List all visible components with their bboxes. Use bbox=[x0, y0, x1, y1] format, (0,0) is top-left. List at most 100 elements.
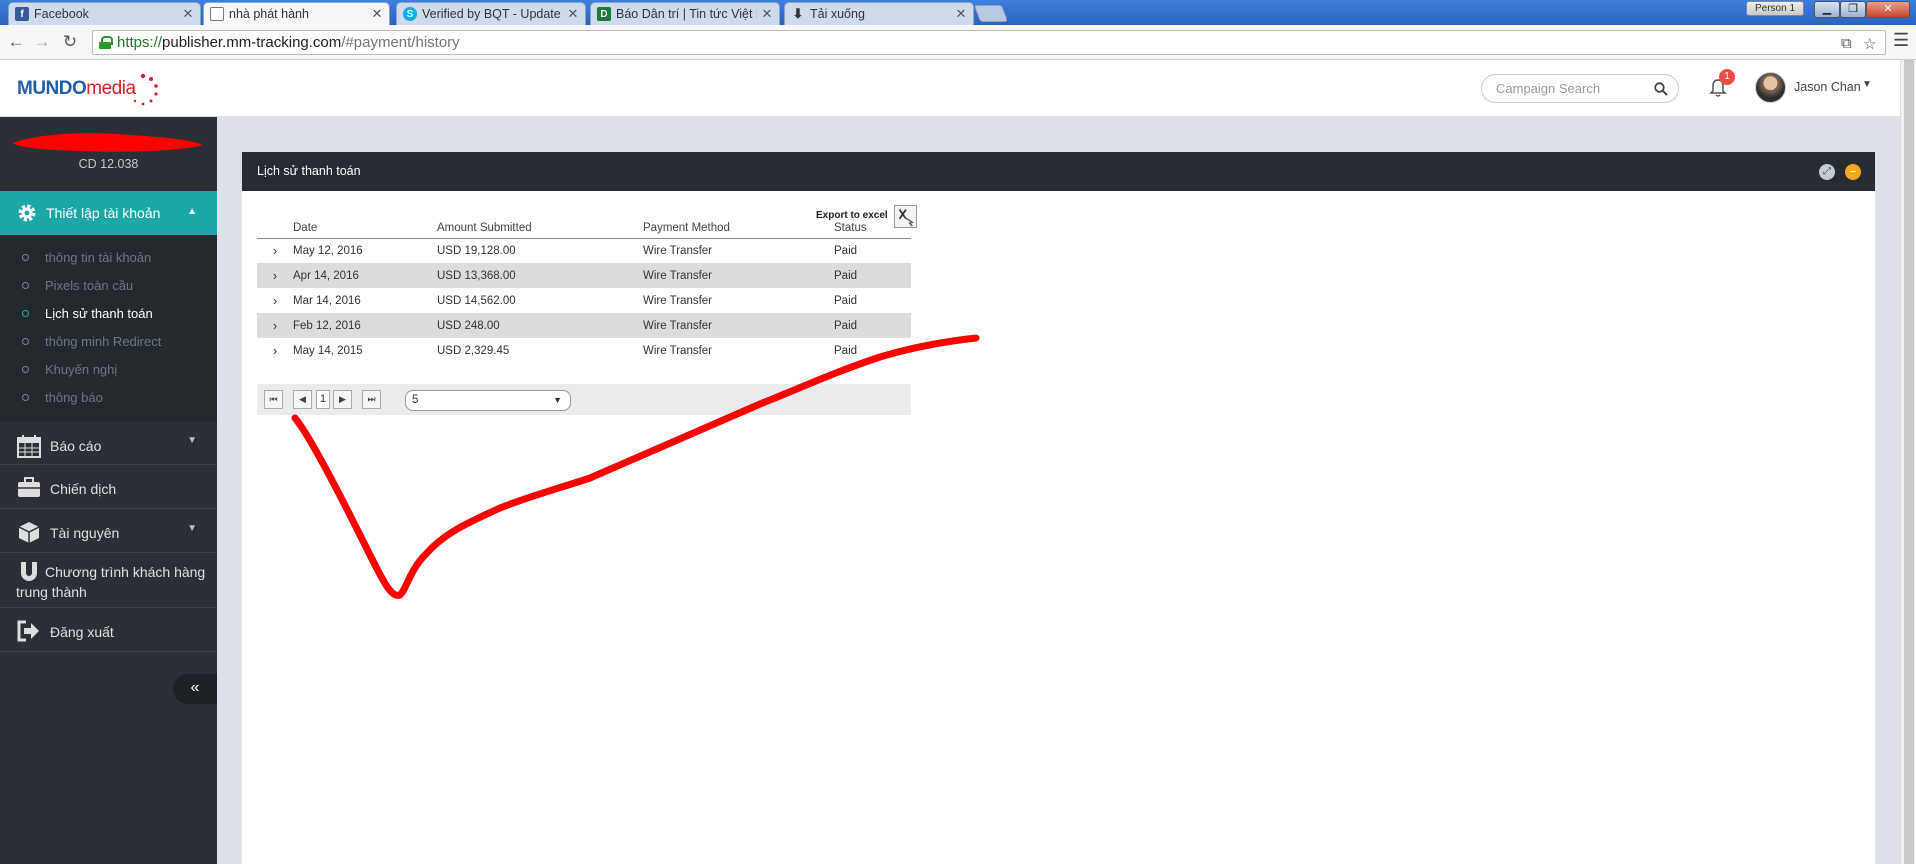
expand-row-icon[interactable]: › bbox=[257, 238, 293, 263]
browser-toolbar: ← → ↻ https:// publisher.mm-tracking.com… bbox=[0, 25, 1916, 60]
previous-page-icon[interactable]: ◀ bbox=[293, 390, 312, 409]
close-icon[interactable]: ✕ bbox=[182, 6, 194, 22]
first-page-icon[interactable]: ⏮ bbox=[264, 390, 283, 409]
translate-icon[interactable]: ⧉ bbox=[1841, 35, 1852, 52]
tab-facebook[interactable]: f Facebook ✕ bbox=[8, 2, 201, 25]
table-row[interactable]: › Apr 14, 2016 USD 13,368.00 Wire Transf… bbox=[257, 263, 911, 288]
campaign-search-input[interactable] bbox=[1496, 81, 1654, 96]
window-close-button[interactable]: ✕ bbox=[1866, 1, 1910, 18]
chevron-down-icon: ▼ bbox=[553, 395, 562, 405]
sidebar-item-reports[interactable]: Báo cáo ▼ bbox=[0, 421, 217, 465]
submenu-item-notifications[interactable]: thông báo bbox=[22, 387, 103, 407]
expand-row-icon[interactable]: › bbox=[257, 338, 293, 363]
table-row[interactable]: › Mar 14, 2016 USD 14,562.00 Wire Transf… bbox=[257, 288, 911, 313]
logo-text-main: MUNDO bbox=[17, 78, 87, 99]
submenu-label: thông báo bbox=[45, 389, 103, 405]
browser-menu-icon[interactable]: ☰ bbox=[1893, 30, 1909, 51]
expand-row-icon[interactable]: › bbox=[257, 313, 293, 338]
logout-icon bbox=[17, 620, 39, 642]
sidebar-item-resources[interactable]: Tài nguyên ▼ bbox=[0, 509, 217, 553]
column-header-method[interactable]: Payment Method bbox=[643, 214, 834, 239]
bullet-icon bbox=[22, 393, 29, 401]
submenu-item-global-pixels[interactable]: Pixels toàn cầu bbox=[22, 275, 133, 295]
expander-header bbox=[257, 214, 293, 239]
close-icon[interactable]: ✕ bbox=[761, 6, 773, 22]
chevron-down-icon: ▼ bbox=[187, 523, 197, 534]
column-header-status[interactable]: Status bbox=[834, 214, 911, 239]
submenu-item-smart-redirect[interactable]: thông minh Redirect bbox=[22, 331, 161, 351]
cell-method: Wire Transfer bbox=[643, 344, 713, 357]
reload-icon[interactable]: ↻ bbox=[58, 30, 82, 54]
calendar-icon bbox=[17, 435, 41, 458]
close-icon[interactable]: ✕ bbox=[955, 6, 967, 22]
page-scrollbar[interactable] bbox=[1900, 60, 1916, 864]
tab-verified-bqt[interactable]: S Verified by BQT - Update ✕ bbox=[396, 2, 586, 25]
notification-badge: 1 bbox=[1719, 69, 1735, 85]
submenu-item-account-info[interactable]: thông tin tài khoản bbox=[22, 247, 151, 267]
tab-nha-phat-hanh[interactable]: nhà phát hành ✕ bbox=[203, 2, 390, 25]
table-row[interactable]: › May 12, 2016 USD 19,128.00 Wire Transf… bbox=[257, 238, 911, 263]
cell-method: Wire Transfer bbox=[643, 244, 713, 257]
cell-amount: USD 2,329.45 bbox=[437, 344, 510, 357]
bullet-icon bbox=[22, 309, 29, 317]
url-path: /#payment/history bbox=[341, 34, 460, 51]
cell-date: Feb 12, 2016 bbox=[293, 313, 437, 338]
account-balance: CD 12.038 bbox=[78, 157, 139, 171]
profile-button[interactable]: Person 1 bbox=[1746, 1, 1804, 16]
logo-dots-icon bbox=[133, 73, 158, 106]
minimize-panel-icon[interactable]: – bbox=[1845, 164, 1861, 180]
scrollbar-thumb[interactable] bbox=[1904, 60, 1914, 864]
page-icon bbox=[210, 7, 224, 21]
submenu-label: thông minh Redirect bbox=[45, 333, 162, 349]
gear-icon bbox=[18, 204, 36, 222]
address-bar[interactable]: https:// publisher.mm-tracking.com /#pay… bbox=[92, 30, 1886, 55]
back-icon[interactable]: ← bbox=[4, 30, 28, 54]
cell-method: Wire Transfer bbox=[643, 313, 834, 338]
next-page-icon[interactable]: ▶ bbox=[333, 390, 352, 409]
table-row[interactable]: › May 14, 2015 USD 2,329.45 Wire Transfe… bbox=[257, 338, 911, 363]
column-header-amount[interactable]: Amount Submitted bbox=[437, 214, 643, 239]
sidebar-item-campaigns[interactable]: Chiến dịch bbox=[0, 465, 217, 509]
bookmark-star-icon[interactable]: ☆ bbox=[1863, 35, 1876, 53]
submenu-item-recommendations[interactable]: Khuyến nghị bbox=[22, 359, 117, 379]
forward-icon[interactable]: → bbox=[30, 30, 54, 54]
current-page-input[interactable]: 1 bbox=[316, 390, 330, 409]
cell-status: Paid bbox=[834, 294, 858, 307]
sidebar-item-account-settings[interactable]: Thiết lập tài khoản ▲ bbox=[0, 191, 217, 235]
last-page-icon[interactable]: ⏭ bbox=[362, 390, 381, 409]
minimize-button[interactable]: ▁ bbox=[1814, 1, 1840, 18]
tab-title: Verified by BQT - Update bbox=[422, 7, 561, 21]
sidebar-item-loyalty-program[interactable]: Chương trình khách hàng trung thành bbox=[0, 553, 217, 608]
pagination-bar: ⏮ ◀ 1 ▶ ⏭ 5 ▼ bbox=[257, 384, 911, 415]
page-size-select[interactable]: 5 ▼ bbox=[405, 390, 571, 411]
tab-tai-xuong[interactable]: ⬇ Tải xuống ✕ bbox=[784, 2, 974, 25]
redacted-account-name bbox=[12, 133, 203, 152]
mundomedia-logo[interactable]: MUNDOmedia bbox=[17, 73, 158, 106]
chevron-down-icon[interactable]: ▼ bbox=[1862, 79, 1872, 90]
column-header-date[interactable]: Date bbox=[293, 214, 437, 239]
maximize-button[interactable]: ❐ bbox=[1840, 1, 1866, 18]
expand-icon[interactable]: ⤢ bbox=[1819, 164, 1835, 180]
panel-header: Lịch sử thanh toán ⤢ – bbox=[242, 152, 1875, 191]
bullet-icon bbox=[22, 365, 29, 373]
user-name[interactable]: Jason Chan bbox=[1794, 80, 1861, 94]
tab-dantri[interactable]: D Báo Dân trí | Tin tức Việt N ✕ bbox=[590, 2, 780, 25]
search-icon[interactable] bbox=[1654, 81, 1668, 96]
close-icon[interactable]: ✕ bbox=[371, 6, 383, 22]
expand-row-icon[interactable]: › bbox=[257, 288, 293, 313]
cell-date: May 12, 2016 bbox=[293, 244, 363, 257]
sidebar-item-logout[interactable]: Đăng xuất bbox=[0, 608, 217, 652]
browser-tab-strip: f Facebook ✕ nhà phát hành ✕ S Verified … bbox=[0, 0, 1916, 25]
new-tab-button[interactable] bbox=[973, 5, 1009, 22]
campaign-search-box[interactable] bbox=[1481, 74, 1679, 103]
cell-method: Wire Transfer bbox=[643, 263, 834, 288]
bullet-icon bbox=[22, 337, 29, 345]
avatar[interactable] bbox=[1755, 72, 1786, 103]
url-scheme: https:// bbox=[117, 34, 163, 51]
cell-date: May 14, 2015 bbox=[293, 344, 363, 357]
collapse-sidebar-button[interactable]: « bbox=[173, 674, 217, 704]
expand-row-icon[interactable]: › bbox=[257, 263, 293, 288]
submenu-item-payment-history[interactable]: Lịch sử thanh toán bbox=[22, 303, 153, 323]
table-row[interactable]: › Feb 12, 2016 USD 248.00 Wire Transfer … bbox=[257, 313, 911, 338]
close-icon[interactable]: ✕ bbox=[567, 6, 579, 22]
